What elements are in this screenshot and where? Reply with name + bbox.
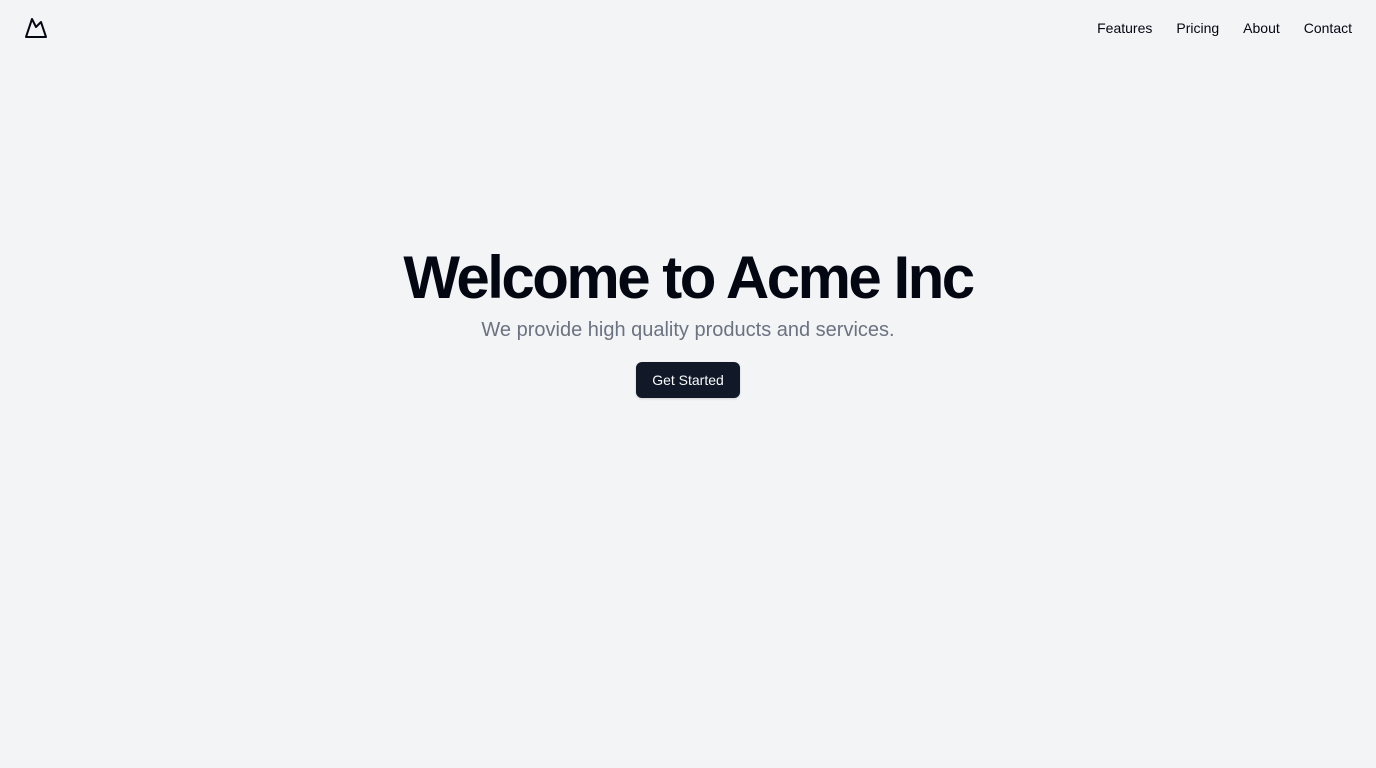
mountain-icon — [25, 18, 47, 38]
nav-link-features[interactable]: Features — [1097, 20, 1152, 36]
site-header: Features Pricing About Contact — [0, 0, 1376, 56]
hero-section: Welcome to Acme Inc We provide high qual… — [0, 244, 1376, 398]
get-started-button[interactable]: Get Started — [636, 362, 740, 398]
nav-link-contact[interactable]: Contact — [1304, 20, 1352, 36]
hero-subtitle: We provide high quality products and ser… — [481, 319, 895, 341]
nav-link-pricing[interactable]: Pricing — [1176, 20, 1219, 36]
main-nav: Features Pricing About Contact — [1097, 20, 1352, 36]
home-logo-link[interactable] — [24, 16, 48, 40]
hero-title: Welcome to Acme Inc — [403, 244, 975, 311]
nav-link-about[interactable]: About — [1243, 20, 1280, 36]
